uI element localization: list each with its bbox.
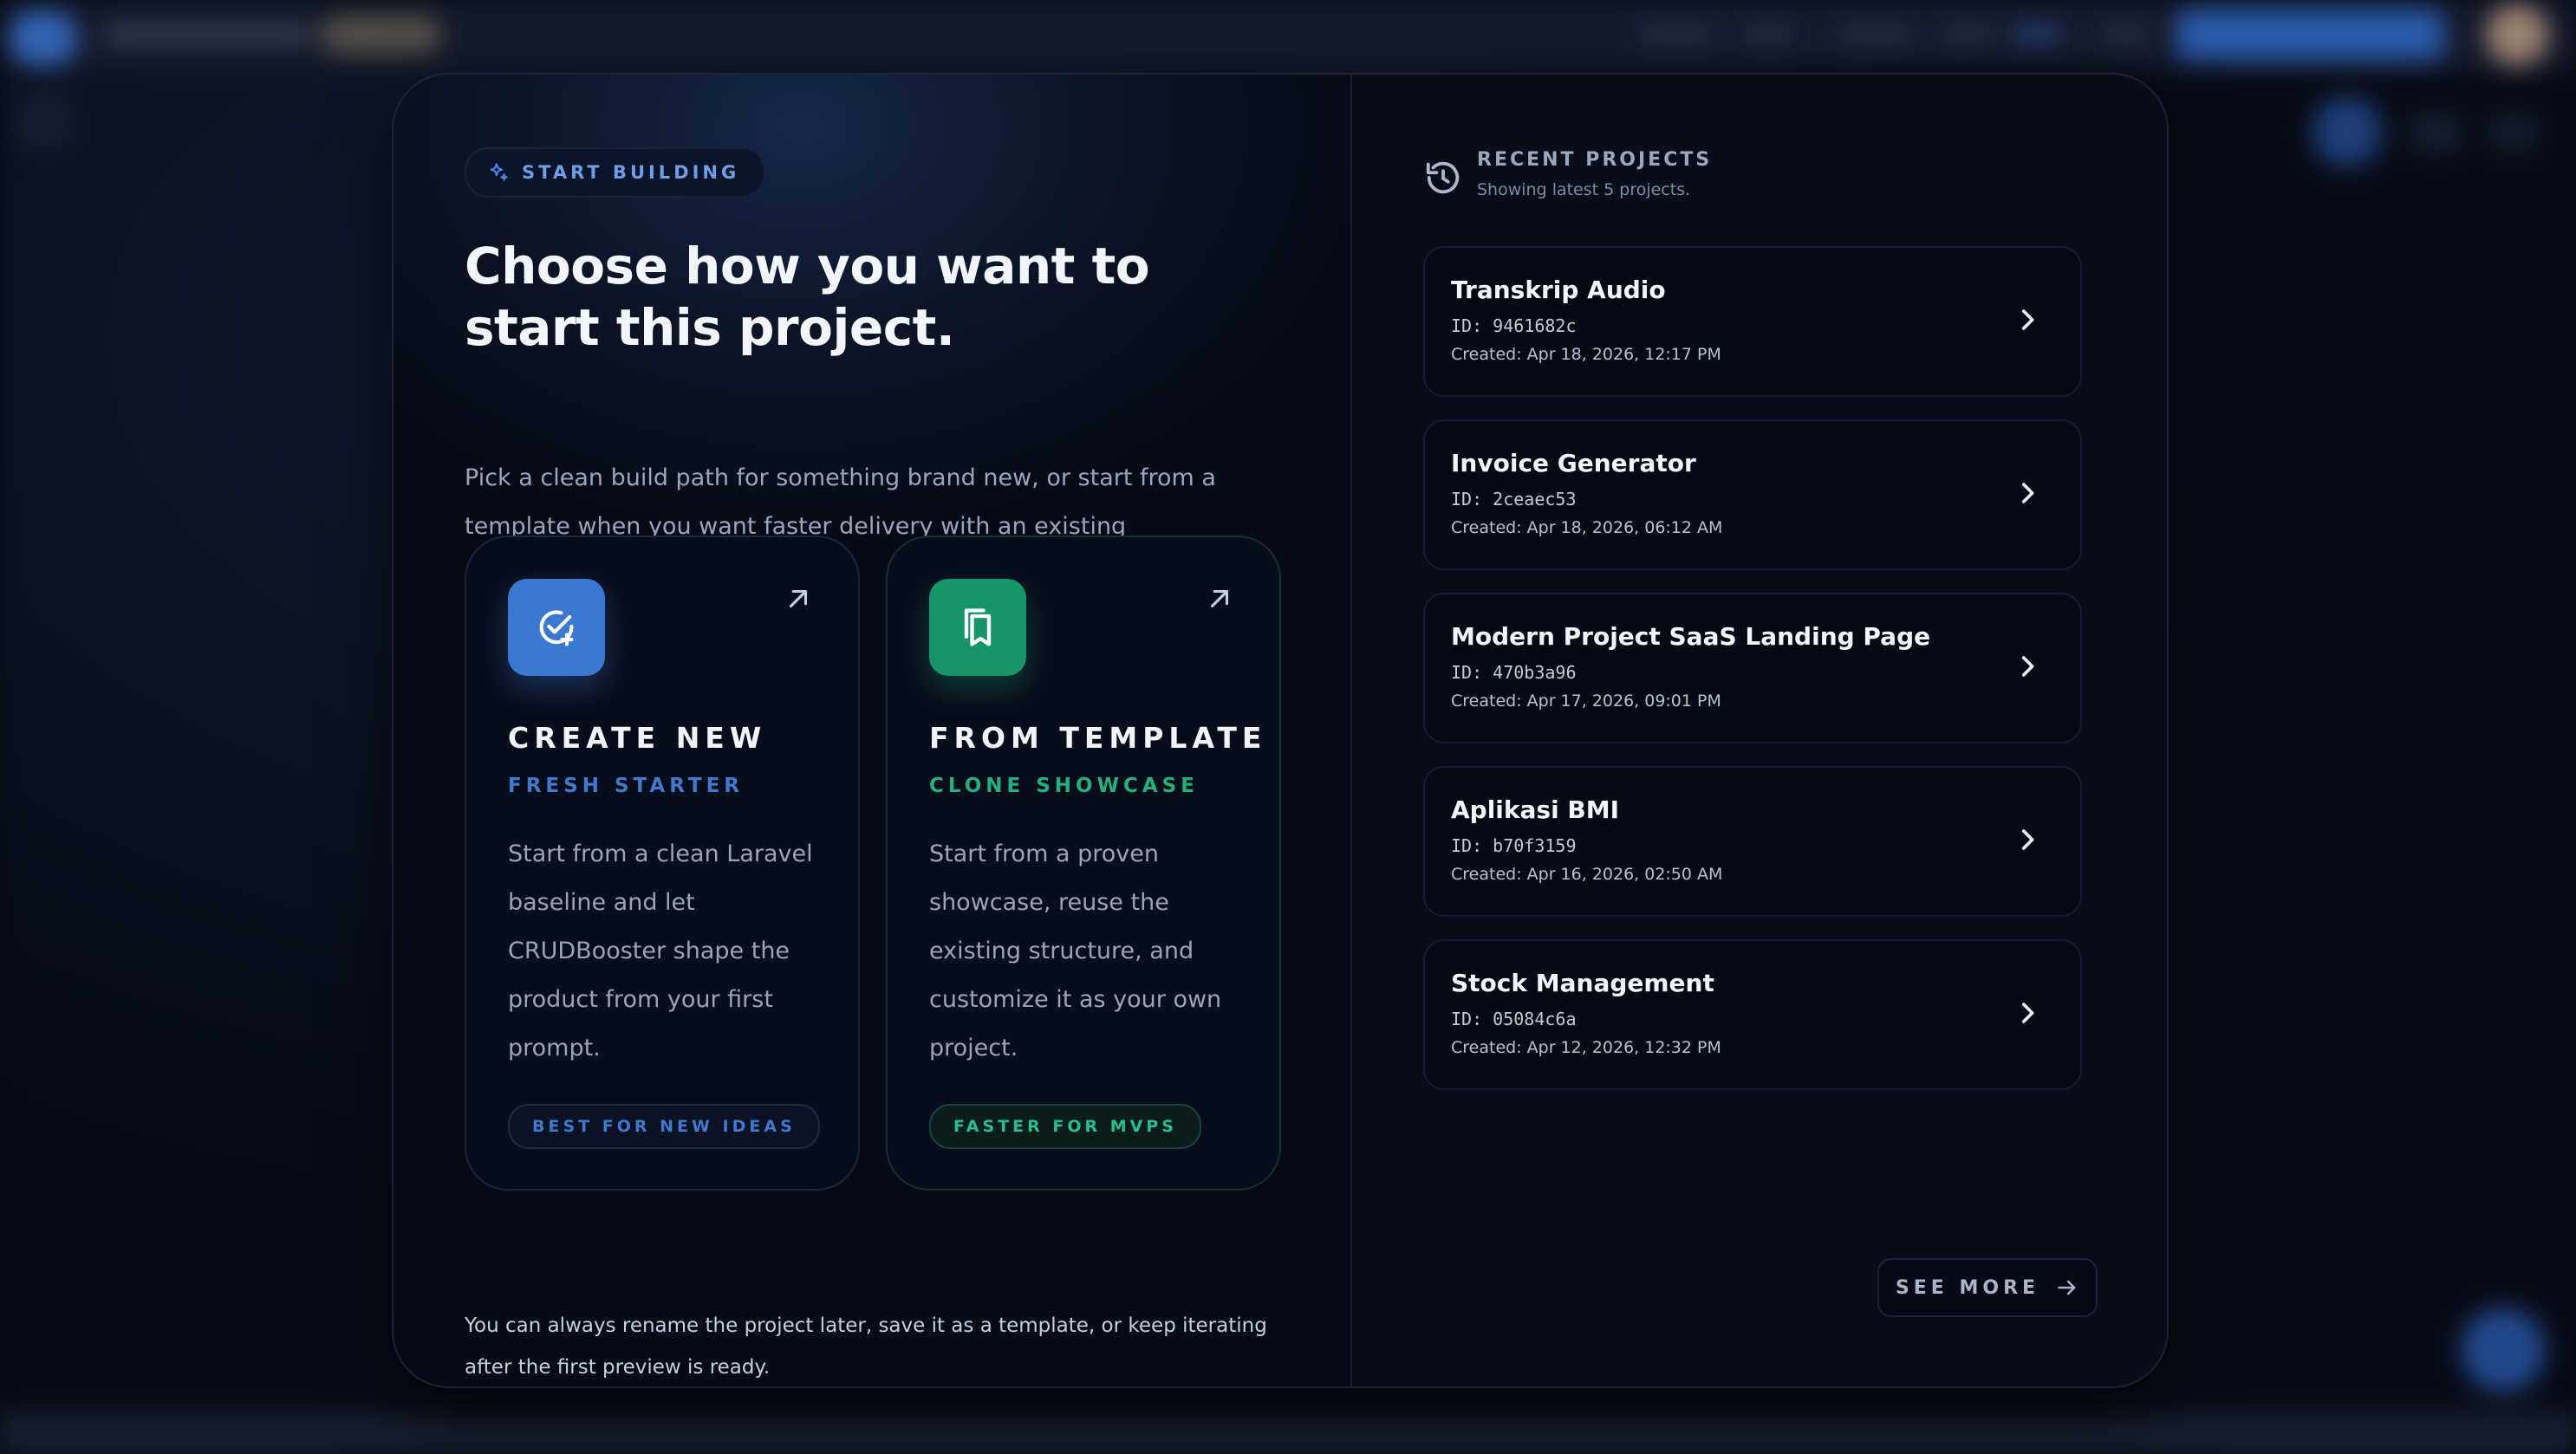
card-description: Start from a clean Laravel baseline and … (508, 841, 813, 1061)
card-title: FROM TEMPLATE (929, 721, 1267, 755)
project-id: ID: 2ceaec53 (1451, 489, 1577, 510)
card-subtitle: CLONE SHOWCASE (929, 775, 1199, 797)
background-nav-item (1838, 23, 1916, 45)
arrow-up-right-icon (1210, 589, 1229, 608)
project-id: ID: 05084c6a (1451, 1009, 1577, 1029)
arrow-up-right-icon (789, 589, 808, 608)
project-id: ID: 470b3a96 (1451, 662, 1577, 683)
project-created: Created: Apr 17, 2026, 09:01 PM (1451, 691, 1721, 711)
create-new-icon-tile (508, 579, 605, 676)
project-name: Transkrip Audio (1451, 276, 1666, 304)
sparkle-icon (490, 163, 508, 181)
start-options-pane: START BUILDING Choose how you want to st… (394, 75, 1352, 1386)
chevron-right-icon (2021, 483, 2034, 503)
background-fab (2462, 1308, 2545, 1392)
bookmark-copy-icon (964, 608, 992, 646)
page-title: Choose how you want to start this projec… (465, 237, 1150, 357)
recent-projects-subtitle: Showing latest 5 projects. (1477, 180, 1691, 199)
project-id: ID: 9461682c (1451, 315, 1577, 336)
from-template-icon-tile (929, 579, 1026, 676)
chevron-right-icon (2021, 1003, 2034, 1023)
background-toolbar-item (17, 95, 69, 147)
background-nav-item (1638, 23, 1716, 45)
background-footer (0, 1412, 2576, 1454)
background-brand (104, 21, 312, 47)
create-new-card[interactable]: CREATE NEW FRESH STARTER Start from a cl… (465, 536, 860, 1191)
project-created: Created: Apr 18, 2026, 06:12 AM (1451, 518, 1723, 537)
badge-label: START BUILDING (522, 162, 740, 183)
chevron-right-icon (2021, 309, 2034, 330)
background-avatar (2486, 3, 2548, 66)
project-item[interactable]: Invoice Generator ID: 2ceaec53 Created: … (1423, 419, 2082, 570)
recent-projects-pane: RECENT PROJECTS Showing latest 5 project… (1352, 75, 2167, 1386)
background-toolbar-item (2313, 97, 2382, 166)
background-cta (2176, 9, 2444, 61)
project-created: Created: Apr 12, 2026, 12:32 PM (1451, 1038, 1721, 1057)
project-item[interactable]: Aplikasi BMI ID: b70f3159 Created: Apr 1… (1423, 766, 2082, 917)
card-description: Start from a proven showcase, reuse the … (929, 841, 1222, 1061)
card-tag: BEST FOR NEW IDEAS (508, 1104, 820, 1149)
from-template-card[interactable]: FROM TEMPLATE CLONE SHOWCASE Start from … (886, 536, 1281, 1191)
arrow-right-icon (2058, 1280, 2076, 1295)
background-nav-item (1742, 23, 1794, 45)
footnote-text: You can always rename the project later,… (465, 1314, 1267, 1379)
background-toolbar-item (2488, 113, 2540, 153)
start-project-modal: START BUILDING Choose how you want to st… (392, 73, 2169, 1388)
project-item[interactable]: Stock Management ID: 05084c6a Created: A… (1423, 939, 2082, 1090)
card-subtitle: FRESH STARTER (508, 775, 745, 797)
background-pill (321, 16, 442, 54)
background-nav-item (2011, 23, 2063, 45)
recent-projects-title: RECENT PROJECTS (1477, 149, 1713, 171)
project-created: Created: Apr 18, 2026, 12:17 PM (1451, 345, 1721, 364)
project-name: Invoice Generator (1451, 449, 1696, 477)
start-building-badge: START BUILDING (465, 147, 766, 198)
background-logo (9, 10, 78, 66)
card-tag: FASTER FOR MVPS (929, 1104, 1201, 1149)
background-nav-item (1942, 23, 1994, 45)
project-name: Aplikasi BMI (1451, 795, 1620, 824)
project-name: Stock Management (1451, 969, 1714, 997)
chevron-right-icon (2021, 656, 2034, 677)
card-title: CREATE NEW (508, 721, 767, 755)
background-toolbar-item (2410, 113, 2462, 153)
background-nav-item (2098, 23, 2150, 45)
see-more-button[interactable]: SEE MORE (1877, 1258, 2098, 1317)
see-more-label: SEE MORE (1895, 1276, 2040, 1299)
history-icon (1426, 161, 1460, 194)
project-item[interactable]: Modern Project SaaS Landing Page ID: 470… (1423, 593, 2082, 743)
project-name: Modern Project SaaS Landing Page (1451, 622, 1931, 651)
check-plus-icon (539, 610, 574, 646)
project-item[interactable]: Transkrip Audio ID: 9461682c Created: Ap… (1423, 246, 2082, 397)
chevron-right-icon (2021, 829, 2034, 850)
project-id: ID: b70f3159 (1451, 835, 1577, 856)
project-created: Created: Apr 16, 2026, 02:50 AM (1451, 865, 1723, 884)
